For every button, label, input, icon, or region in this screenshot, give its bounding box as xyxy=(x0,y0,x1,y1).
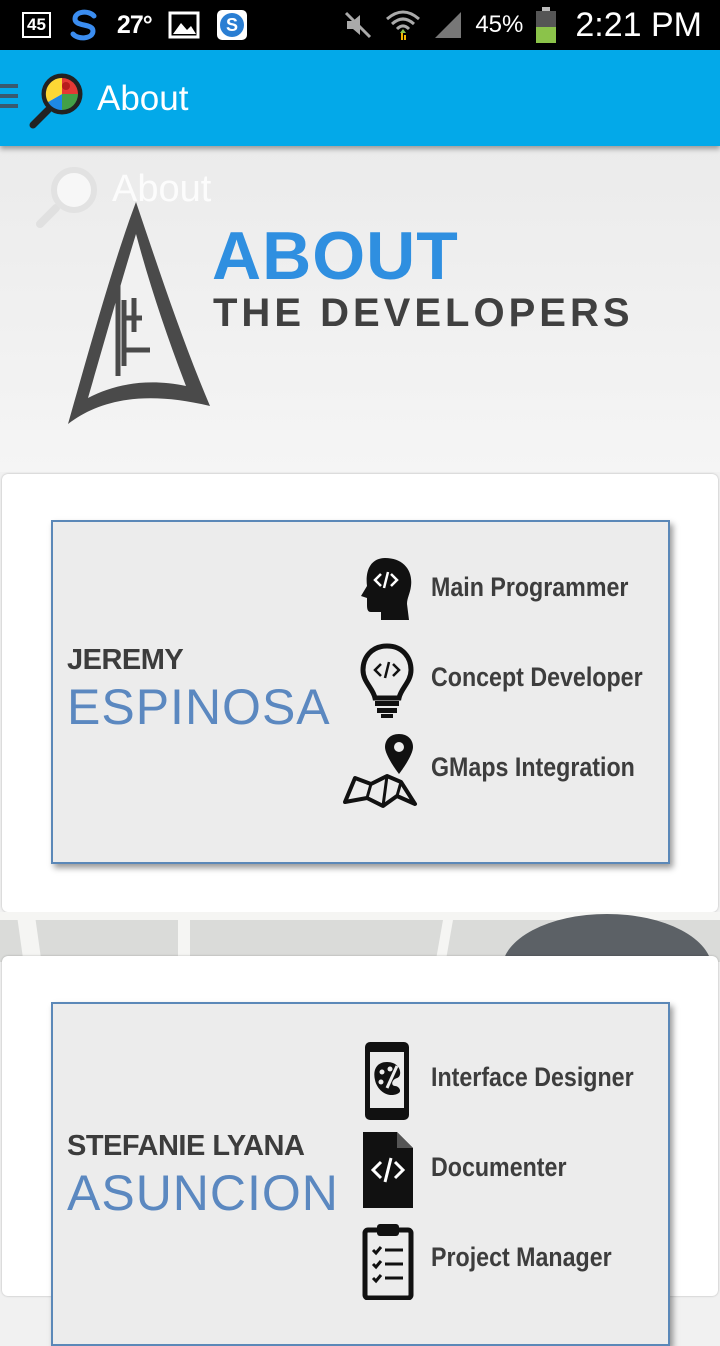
signal-icon xyxy=(435,12,462,38)
role-item: Interface Designer xyxy=(347,1040,667,1120)
map-pin-icon xyxy=(343,734,417,808)
developer-first-name: STEFANIE LYANA xyxy=(67,1130,305,1162)
status-bar: 45 27° S 45% 2:21 PM xyxy=(0,0,720,50)
role-item: Concept Developer xyxy=(347,640,667,720)
app-logo-icon[interactable] xyxy=(28,72,86,130)
lightbulb-code-icon xyxy=(360,643,414,718)
svg-text:S: S xyxy=(226,15,238,35)
role-label: Project Manager xyxy=(431,1242,612,1272)
delta-insignia-icon xyxy=(68,202,210,424)
role-label: Main Programmer xyxy=(431,572,629,602)
page-title: About xyxy=(97,79,189,118)
role-label: Concept Developer xyxy=(431,662,643,692)
developer-panel: STEFANIE LYANA ASUNCION Interface Design… xyxy=(51,1002,670,1346)
developer-last-name: ASUNCION xyxy=(67,1165,339,1221)
menu-icon[interactable] xyxy=(0,84,18,110)
mute-icon xyxy=(345,11,372,39)
role-item: Documenter xyxy=(347,1130,667,1210)
clipboard-checklist-icon xyxy=(362,1224,414,1300)
role-item: Main Programmer xyxy=(347,550,667,630)
s-badge-icon: S xyxy=(216,10,247,40)
battery-percent: 45% xyxy=(475,11,524,38)
developer-first-name: JEREMY xyxy=(67,644,184,676)
wifi-icon xyxy=(386,10,421,40)
about-header: About ABOUT THE DEVELOPERS xyxy=(0,146,720,472)
code-document-icon xyxy=(363,1132,413,1208)
map-background-strip xyxy=(0,912,720,962)
clock-time: 2:21 PM xyxy=(575,5,702,44)
role-item: Project Manager xyxy=(347,1220,667,1300)
developer-last-name: ESPINOSA xyxy=(67,679,331,735)
role-label: Interface Designer xyxy=(431,1062,634,1092)
notification-count-badge: 45 xyxy=(22,12,51,38)
developer-panel: JEREMY ESPINOSA Main Programmer Concept … xyxy=(51,520,670,864)
s-app-icon xyxy=(70,9,97,41)
developer-card-jeremy: JEREMY ESPINOSA Main Programmer Concept … xyxy=(2,474,718,912)
image-icon xyxy=(168,11,200,39)
role-item: GMaps Integration xyxy=(343,730,667,810)
head-code-icon xyxy=(361,558,412,620)
battery-icon xyxy=(536,7,557,43)
developer-card-stefanie: STEFANIE LYANA ASUNCION Interface Design… xyxy=(2,956,718,1346)
phone-palette-icon xyxy=(365,1042,409,1120)
about-heading: ABOUT xyxy=(212,218,459,294)
temperature-text: 27° xyxy=(116,10,153,39)
action-bar: About xyxy=(0,50,720,146)
role-label: GMaps Integration xyxy=(431,752,635,782)
role-label: Documenter xyxy=(431,1152,567,1182)
developers-subheading: THE DEVELOPERS xyxy=(213,291,634,335)
